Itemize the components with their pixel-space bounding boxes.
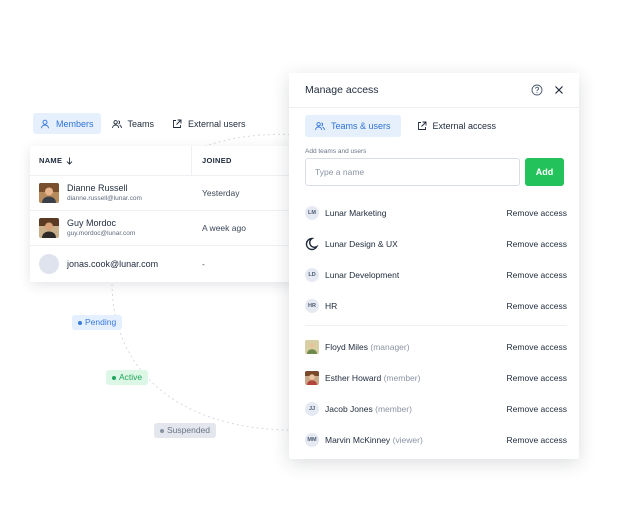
users-icon xyxy=(111,119,122,128)
status-dot xyxy=(160,428,164,433)
status-badge-label: Pending xyxy=(85,317,117,327)
member-email: dianne.russell@lunar.com xyxy=(67,195,142,202)
tab-label: Teams & users xyxy=(331,121,391,131)
user-role: (member) xyxy=(375,403,412,414)
members-table: NAME JOINED Dianne Russell dianne.russel… xyxy=(30,146,296,282)
tab-teams[interactable]: Teams xyxy=(105,113,162,134)
user-role: (viewer) xyxy=(392,434,423,445)
tab-label: Teams xyxy=(127,118,155,129)
user-name-with-role: Jacob Jones (member) xyxy=(325,404,412,414)
list-item: LM Lunar Marketing Remove access xyxy=(305,197,567,228)
user-name: Esther Howard xyxy=(325,372,382,383)
team-name: Lunar Design & UX xyxy=(325,238,398,249)
add-teams-label: Add teams and users xyxy=(305,148,367,155)
teams-access-list: LM Lunar Marketing Remove access Lunar D… xyxy=(305,197,567,321)
avatar xyxy=(305,339,319,354)
manage-access-panel: Manage access Teams & users External acc… xyxy=(289,73,579,459)
lunar-logo-icon xyxy=(305,237,319,250)
panel-tabs: Teams & users External access xyxy=(305,115,506,137)
tab-members[interactable]: Members xyxy=(33,113,101,134)
external-link-icon xyxy=(417,121,426,130)
team-avatar: LD xyxy=(305,267,319,282)
users-access-list: Floyd Miles (manager) Remove access Esth… xyxy=(305,331,567,455)
list-item: Lunar Design & UX Remove access xyxy=(305,228,567,259)
member-email: jonas.cook@lunar.com xyxy=(67,258,159,269)
list-item: Esther Howard (member) Remove access xyxy=(305,362,567,393)
remove-access-button[interactable]: Remove access xyxy=(507,301,567,311)
member-joined: Yesterday xyxy=(202,188,240,198)
team-avatar: HR xyxy=(305,298,319,313)
remove-access-button[interactable]: Remove access xyxy=(507,404,567,414)
users-icon xyxy=(315,122,325,131)
remove-access-button[interactable]: Remove access xyxy=(507,208,567,218)
status-dot xyxy=(112,375,116,380)
arrow-down-icon xyxy=(66,157,73,165)
column-header-label: NAME xyxy=(39,156,63,165)
list-item: HR HR Remove access xyxy=(305,290,567,321)
member-joined: A week ago xyxy=(202,223,246,233)
team-name: Lunar Development xyxy=(325,269,400,280)
team-avatar: LM xyxy=(305,205,319,220)
column-header-name[interactable]: NAME xyxy=(30,146,192,175)
table-row[interactable]: Guy Mordoc guy.mordoc@lunar.com A week a… xyxy=(30,211,296,246)
status-badge-active: Active xyxy=(106,370,149,385)
tab-label: Members xyxy=(56,118,94,129)
remove-access-button[interactable]: Remove access xyxy=(507,435,567,445)
member-name: Dianne Russell xyxy=(67,183,128,193)
avatar xyxy=(305,370,319,385)
member-tabs: Members Teams External users xyxy=(33,113,253,134)
remove-access-button[interactable]: Remove access xyxy=(507,342,567,352)
team-name: Lunar Marketing xyxy=(325,207,387,218)
table-row[interactable]: Dianne Russell dianne.russell@lunar.com … xyxy=(30,176,296,211)
team-name: HR xyxy=(325,300,338,311)
member-joined: - xyxy=(202,258,205,269)
divider xyxy=(305,325,567,326)
user-name-with-role: Marvin McKinney (viewer) xyxy=(325,435,423,445)
status-badge-pending: Pending xyxy=(72,315,123,330)
user-avatar: MM xyxy=(305,432,319,447)
add-button[interactable]: Add xyxy=(525,158,564,186)
user-name: Floyd Miles xyxy=(325,341,368,352)
user-avatar: JJ xyxy=(305,401,319,416)
member-email: guy.mordoc@lunar.com xyxy=(67,230,136,237)
table-header: NAME JOINED xyxy=(30,146,296,176)
user-role: (manager) xyxy=(370,341,410,352)
user-name-with-role: Floyd Miles (manager) xyxy=(325,342,410,352)
avatar xyxy=(39,183,59,203)
user-name: Marvin McKinney xyxy=(325,434,391,445)
panel-title: Manage access xyxy=(305,84,379,96)
tab-label: External users xyxy=(188,118,246,129)
list-item: MM Marvin McKinney (viewer) Remove acces… xyxy=(305,424,567,455)
user-name-with-role: Esther Howard (member) xyxy=(325,373,420,383)
list-item: LD Lunar Development Remove access xyxy=(305,259,567,290)
external-link-icon xyxy=(173,119,182,128)
user-icon xyxy=(41,119,49,128)
status-dot xyxy=(78,320,82,325)
column-header-joined[interactable]: JOINED xyxy=(192,156,232,165)
tab-teams-and-users[interactable]: Teams & users xyxy=(305,115,401,137)
remove-access-button[interactable]: Remove access xyxy=(507,270,567,280)
close-icon[interactable] xyxy=(553,84,565,96)
tab-external-access[interactable]: External access xyxy=(407,115,507,137)
tab-external-users[interactable]: External users xyxy=(165,113,253,134)
status-badge-suspended: Suspended xyxy=(154,423,217,438)
remove-access-button[interactable]: Remove access xyxy=(507,239,567,249)
avatar xyxy=(39,218,59,238)
list-item: JJ Jacob Jones (member) Remove access xyxy=(305,393,567,424)
name-search-input[interactable] xyxy=(305,158,520,186)
help-icon[interactable] xyxy=(531,84,543,96)
tab-label: External access xyxy=(432,121,497,131)
avatar-placeholder xyxy=(39,253,59,274)
table-row[interactable]: jonas.cook@lunar.com - xyxy=(30,246,296,281)
status-badge-label: Active xyxy=(119,372,143,382)
list-item: Floyd Miles (manager) Remove access xyxy=(305,331,567,362)
panel-header: Manage access xyxy=(289,73,579,108)
member-name: Guy Mordoc xyxy=(67,218,117,228)
status-badge-label: Suspended xyxy=(167,425,211,435)
remove-access-button[interactable]: Remove access xyxy=(507,373,567,383)
user-role: (member) xyxy=(383,372,421,383)
user-name: Jacob Jones xyxy=(325,403,373,414)
